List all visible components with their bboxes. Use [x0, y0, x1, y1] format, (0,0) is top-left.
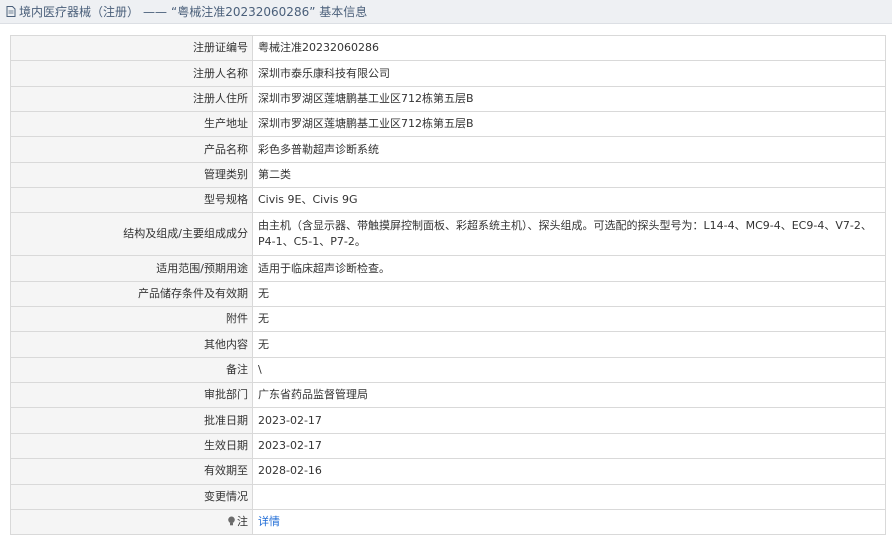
table-row: 生产地址 深圳市罗湖区莲塘鹏基工业区712栋第五层B [10, 111, 886, 138]
row-value: 深圳市罗湖区莲塘鹏基工业区712栋第五层B [252, 111, 886, 138]
note-value-cell: 详情 [252, 508, 886, 536]
row-value: 深圳市泰乐康科技有限公司 [252, 60, 886, 87]
row-value: 2023-02-17 [252, 407, 886, 434]
table-row: 其他内容 无 [10, 331, 886, 358]
table-row: 产品储存条件及有效期 无 [10, 280, 886, 308]
row-value: \ [252, 356, 886, 384]
note-label: 注 [237, 515, 248, 529]
row-value: 粤械注准20232060286 [252, 34, 886, 62]
table-row: 结构及组成/主要组成成分 由主机（含显示器、带触摸屏控制面板、彩超系统主机）、探… [10, 212, 886, 257]
row-value: 深圳市罗湖区莲塘鹏基工业区712栋第五层B [252, 85, 886, 113]
table-row: 产品名称 彩色多普勒超声诊断系统 [10, 136, 886, 163]
row-label: 生产地址 [10, 111, 253, 138]
row-label: 适用范围/预期用途 [10, 255, 253, 282]
table-row: 型号规格 Civis 9E、Civis 9G [10, 187, 886, 214]
header-dash: —— [143, 4, 168, 19]
row-value: 适用于临床超声诊断检查。 [252, 255, 886, 282]
row-label: 型号规格 [10, 187, 253, 214]
lightbulb-icon [227, 515, 236, 526]
row-value: Civis 9E、Civis 9G [252, 187, 886, 214]
row-label: 生效日期 [10, 432, 253, 460]
table-row: 注册证编号 粤械注准20232060286 [10, 34, 886, 62]
details-link[interactable]: 详情 [258, 515, 280, 528]
page-header: 境内医疗器械（注册） —— “粤械注准20232060286” 基本信息 [0, 0, 892, 24]
row-label: 附件 [10, 306, 253, 333]
row-label: 产品储存条件及有效期 [10, 280, 253, 308]
table-row: 批准日期 2023-02-17 [10, 407, 886, 434]
table-row: 变更情况 [10, 483, 886, 510]
table-row: 注册人名称 深圳市泰乐康科技有限公司 [10, 60, 886, 87]
row-value [252, 483, 886, 510]
row-value: 2028-02-16 [252, 458, 886, 485]
info-table: 注册证编号 粤械注准20232060286 注册人名称 深圳市泰乐康科技有限公司… [10, 34, 886, 536]
row-label: 注册人名称 [10, 60, 253, 87]
row-value: 彩色多普勒超声诊断系统 [252, 136, 886, 163]
row-label: 结构及组成/主要组成成分 [10, 212, 253, 257]
row-label: 批准日期 [10, 407, 253, 434]
table-row: 备注 \ [10, 356, 886, 384]
row-label: 注册人住所 [10, 85, 253, 113]
row-label: 其他内容 [10, 331, 253, 358]
table-row: 管理类别 第二类 [10, 161, 886, 189]
row-label: 注册证编号 [10, 34, 253, 62]
row-label: 产品名称 [10, 136, 253, 163]
row-label: 备注 [10, 356, 253, 384]
table-row: 适用范围/预期用途 适用于临床超声诊断检查。 [10, 255, 886, 282]
row-value: 由主机（含显示器、带触摸屏控制面板、彩超系统主机）、探头组成。可选配的探头型号为… [252, 212, 886, 257]
row-label: 变更情况 [10, 483, 253, 510]
table-row: 有效期至 2028-02-16 [10, 458, 886, 485]
row-value: 2023-02-17 [252, 432, 886, 460]
row-label: 审批部门 [10, 382, 253, 409]
table-row: 生效日期 2023-02-17 [10, 432, 886, 460]
row-value: 无 [252, 280, 886, 308]
row-value: 无 [252, 331, 886, 358]
table-row: 附件 无 [10, 306, 886, 333]
document-icon [6, 6, 16, 17]
row-value: 广东省药品监督管理局 [252, 382, 886, 409]
row-value: 第二类 [252, 161, 886, 189]
note-label-cell: 注 [10, 508, 253, 536]
header-category: 境内医疗器械（注册） [19, 5, 140, 19]
header-title: “粤械注准20232060286” 基本信息 [171, 5, 368, 19]
note-row: 注 详情 [10, 508, 886, 536]
table-row: 审批部门 广东省药品监督管理局 [10, 382, 886, 409]
row-label: 有效期至 [10, 458, 253, 485]
table-row: 注册人住所 深圳市罗湖区莲塘鹏基工业区712栋第五层B [10, 85, 886, 113]
row-value: 无 [252, 306, 886, 333]
row-label: 管理类别 [10, 161, 253, 189]
